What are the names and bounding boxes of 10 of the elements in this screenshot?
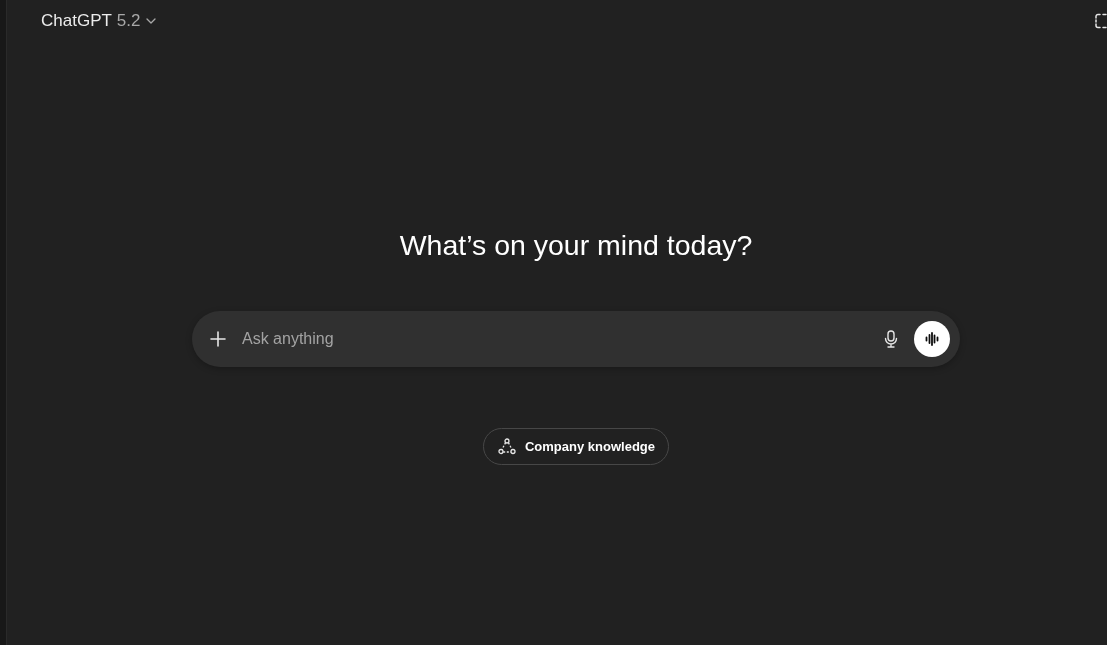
greeting-heading: What’s on your mind today? (399, 228, 753, 262)
prompt-composer[interactable]: Ask anything (192, 311, 960, 367)
connected-nodes-icon (498, 438, 516, 455)
chevron-down-icon (145, 18, 156, 24)
voice-mode-button[interactable] (914, 321, 950, 357)
sound-wave-icon (925, 332, 939, 346)
microphone-icon (884, 330, 898, 348)
model-selector[interactable]: ChatGPT 5.2 (33, 7, 164, 35)
prompt-input[interactable]: Ask anything (240, 325, 880, 353)
plus-icon (210, 331, 226, 347)
